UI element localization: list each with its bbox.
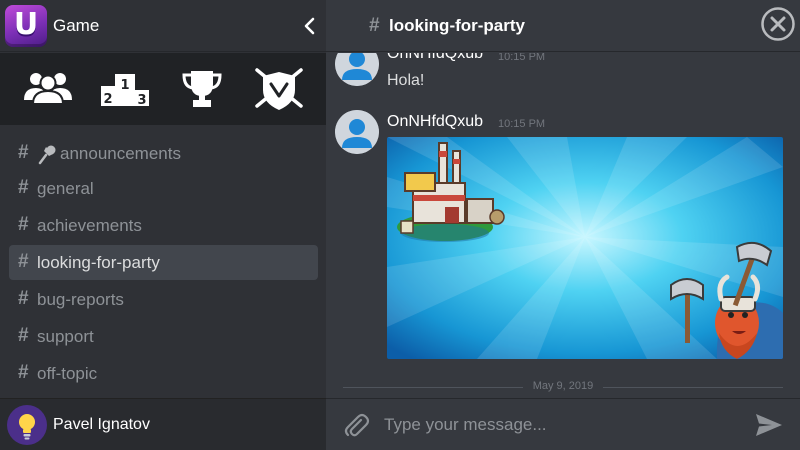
user-bar[interactable]: Pavel Ignatov (0, 398, 326, 450)
channel-label: support (37, 327, 94, 346)
avatar[interactable] (7, 405, 47, 445)
paperclip-icon[interactable] (342, 411, 370, 439)
message-list[interactable]: OnNHfdQxub 10:15 PM Hola! OnNHfdQxub 10:… (326, 53, 800, 397)
svg-text:1: 1 (120, 78, 129, 93)
channel-item-looking-for-party[interactable]: # looking-for-party (9, 245, 318, 280)
message-input[interactable] (384, 411, 734, 439)
app-logo-letter: U (13, 7, 39, 42)
trophy-icon[interactable] (174, 66, 230, 112)
channel-item-achievements[interactable]: # achievements (9, 208, 318, 243)
send-icon[interactable] (754, 411, 784, 439)
message-author[interactable]: OnNHfdQxub (387, 113, 483, 131)
channel-label: announcements (60, 144, 181, 163)
channel-label: general (37, 179, 94, 198)
microphone-icon (37, 144, 59, 166)
user-placeholder-icon (335, 53, 379, 86)
sidebar-toolbar: 1 2 3 (0, 53, 326, 125)
svg-text:2: 2 (103, 92, 112, 107)
channel-label: bug-reports (37, 290, 124, 309)
community-icon[interactable] (20, 66, 76, 112)
sidebar-header: U Game (0, 0, 326, 52)
hash-icon: # (18, 177, 29, 198)
svg-text:3: 3 (137, 93, 146, 108)
date-divider: May 9, 2019 (343, 379, 783, 395)
date-divider-label: May 9, 2019 (532, 380, 594, 392)
avatar[interactable] (335, 110, 379, 154)
clan-shield-icon[interactable] (251, 66, 307, 112)
close-icon[interactable] (760, 6, 796, 42)
app-logo[interactable]: U (5, 5, 47, 47)
channel-header: # looking-for-party (326, 0, 800, 52)
avatar[interactable] (335, 53, 379, 86)
sidebar: U Game 1 2 3 # announcements # general #… (0, 0, 326, 450)
channel-item-general[interactable]: # general (9, 171, 318, 206)
user-name: Pavel Ignatov (53, 416, 150, 433)
image-attachment[interactable] (387, 137, 783, 359)
message-text: Hola! (387, 72, 425, 89)
user-placeholder-icon (335, 110, 379, 154)
hash-icon: # (18, 288, 29, 309)
hash-icon: # (18, 142, 29, 163)
channel-label: off-topic (37, 364, 98, 383)
channel-title: looking-for-party (389, 16, 525, 35)
message-composer (326, 398, 800, 450)
app-title: Game (53, 16, 100, 35)
channel-item-announcements[interactable]: # announcements (9, 136, 318, 171)
hash-icon: # (369, 15, 380, 36)
leaderboard-icon[interactable]: 1 2 3 (97, 66, 153, 112)
chevron-left-icon[interactable] (298, 14, 322, 38)
hash-icon: # (18, 362, 29, 383)
channel-label: achievements (37, 216, 142, 235)
hash-icon: # (18, 214, 29, 235)
hash-icon: # (18, 325, 29, 346)
channel-item-off-topic[interactable]: # off-topic (9, 356, 318, 391)
chat-panel: # looking-for-party OnNHfdQxub 10:15 PM … (326, 0, 800, 450)
channel-item-support[interactable]: # support (9, 319, 318, 354)
message-timestamp: 10:15 PM (498, 53, 546, 63)
lightbulb-icon (19, 414, 35, 440)
hash-icon: # (18, 251, 29, 272)
channel-item-bug-reports[interactable]: # bug-reports (9, 282, 318, 317)
message-timestamp: 10:15 PM (498, 118, 546, 130)
channel-label: looking-for-party (37, 253, 160, 272)
message-author[interactable]: OnNHfdQxub (387, 53, 483, 63)
